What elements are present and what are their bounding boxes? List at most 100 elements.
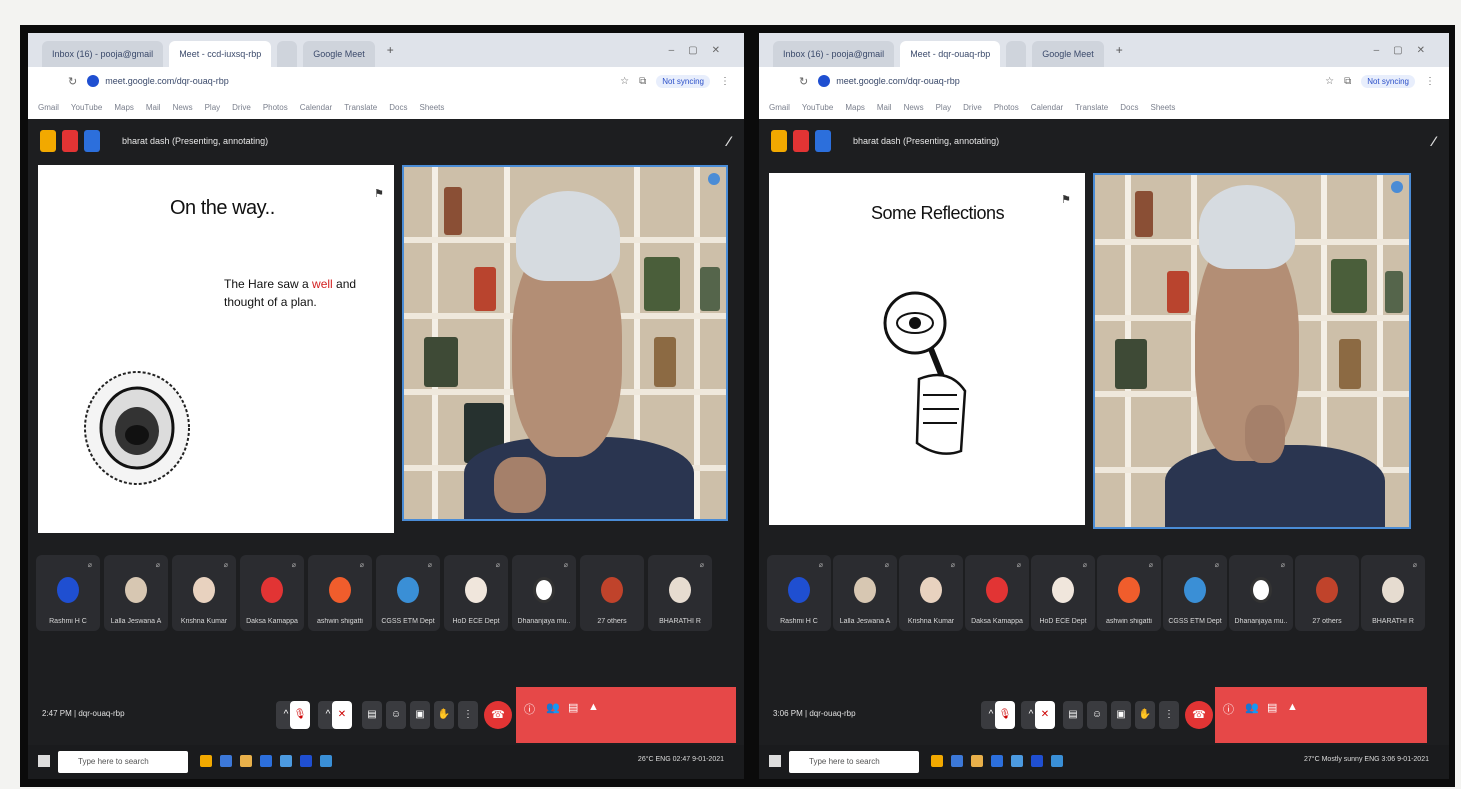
app-icon[interactable]: [815, 130, 831, 152]
pin-icon[interactable]: ⁄: [728, 133, 730, 149]
browser-tab[interactable]: [277, 41, 298, 67]
browser-tab[interactable]: Inbox (16) - pooja@gmail: [42, 41, 164, 67]
bookmark-item[interactable]: Mail: [146, 103, 161, 112]
window-controls[interactable]: –▢✕: [669, 45, 734, 56]
chat-icon[interactable]: ▤: [568, 701, 578, 714]
info-icon[interactable]: ⓘ: [524, 701, 535, 717]
new-tab-icon[interactable]: +: [1116, 43, 1123, 57]
windows-start-icon[interactable]: [769, 755, 781, 767]
window-controls[interactable]: –▢✕: [1374, 45, 1439, 56]
reload-icon[interactable]: ↻: [799, 75, 808, 88]
taskbar-app-icon[interactable]: [951, 755, 963, 767]
participant-tile[interactable]: ⌀ Dhananjaya mu..: [1229, 555, 1293, 631]
camera-button[interactable]: ✕: [332, 701, 352, 729]
bookmark-item[interactable]: YouTube: [71, 103, 102, 112]
captions-button[interactable]: ▤: [362, 701, 382, 729]
browser-tab[interactable]: [1006, 41, 1027, 67]
url-field[interactable]: meet.google.com/dqr-ouaq-rbp: [105, 76, 229, 86]
participant-tile[interactable]: ⌀ CGSS ETM Dept: [376, 555, 440, 631]
bookmark-item[interactable]: Sheets: [1150, 103, 1175, 112]
others-tile[interactable]: 27 others: [1295, 555, 1359, 631]
participant-tile[interactable]: ⌀ Lalla Jeswana A: [833, 555, 897, 631]
participant-tile[interactable]: ⌀ ashwin shigatti: [308, 555, 372, 631]
bookmark-item[interactable]: Docs: [1120, 103, 1138, 112]
profile-button[interactable]: Not syncing: [656, 74, 710, 88]
present-button[interactable]: ▣: [1111, 701, 1131, 729]
people-icon[interactable]: 👥: [546, 701, 560, 714]
taskbar-app-icon[interactable]: [320, 755, 332, 767]
activities-icon[interactable]: ▲: [1287, 701, 1298, 713]
taskbar-app-icon[interactable]: [931, 755, 943, 767]
people-icon[interactable]: 👥: [1245, 701, 1259, 714]
participant-tile[interactable]: ⌀ Daksa Kamappa: [965, 555, 1029, 631]
participant-tile[interactable]: ⌀ ashwin shigatti: [1097, 555, 1161, 631]
participant-tile[interactable]: ⌀ Krishna Kumar: [899, 555, 963, 631]
chat-icon[interactable]: ▤: [1267, 701, 1277, 714]
taskbar-app-icon[interactable]: [260, 755, 272, 767]
bookmark-item[interactable]: Play: [936, 103, 952, 112]
annotate-icon[interactable]: ⚑: [1061, 193, 1071, 206]
menu-icon[interactable]: ⋮: [1425, 76, 1435, 87]
taskbar-app-icon[interactable]: [1011, 755, 1023, 767]
bookmark-item[interactable]: Maps: [845, 103, 865, 112]
more-options-button[interactable]: ⋮: [1159, 701, 1179, 729]
participant-tile[interactable]: ⌀ Dhananjaya mu..: [512, 555, 576, 631]
pin-icon[interactable]: ⁄: [1433, 133, 1435, 149]
raise-hand-button[interactable]: ✋: [434, 701, 454, 729]
participant-tile[interactable]: ⌀ HoD ECE Dept: [1031, 555, 1095, 631]
record-icon[interactable]: [62, 130, 78, 152]
app-icon[interactable]: [84, 130, 100, 152]
bookmark-item[interactable]: Photos: [994, 103, 1019, 112]
taskbar-app-icon[interactable]: [1031, 755, 1043, 767]
presenter-video[interactable]: [402, 165, 728, 521]
info-icon[interactable]: ⓘ: [1223, 701, 1234, 717]
app-icon[interactable]: [40, 130, 56, 152]
camera-button[interactable]: ✕: [1035, 701, 1055, 729]
extensions-icon[interactable]: ⧉: [1344, 76, 1351, 87]
end-call-button[interactable]: ☎: [484, 701, 512, 729]
windows-start-icon[interactable]: [38, 755, 50, 767]
participant-tile[interactable]: ⌀ Krishna Kumar: [172, 555, 236, 631]
reload-icon[interactable]: ↻: [68, 75, 77, 88]
browser-tab[interactable]: Google Meet: [1032, 41, 1104, 67]
bookmark-item[interactable]: Gmail: [769, 103, 790, 112]
app-icon[interactable]: [771, 130, 787, 152]
bookmark-item[interactable]: News: [173, 103, 193, 112]
bookmark-item[interactable]: Gmail: [38, 103, 59, 112]
bookmark-item[interactable]: Docs: [389, 103, 407, 112]
participant-tile[interactable]: ⌀ HoD ECE Dept: [444, 555, 508, 631]
more-options-button[interactable]: ⋮: [458, 701, 478, 729]
taskbar-app-icon[interactable]: [300, 755, 312, 767]
bookmark-item[interactable]: Maps: [114, 103, 134, 112]
raise-hand-button[interactable]: ✋: [1135, 701, 1155, 729]
bookmark-item[interactable]: Mail: [877, 103, 892, 112]
taskbar-app-icon[interactable]: [991, 755, 1003, 767]
emoji-button[interactable]: ☺: [386, 701, 406, 729]
participant-tile[interactable]: ⌀ CGSS ETM Dept: [1163, 555, 1227, 631]
participant-tile[interactable]: ⌀ Daksa Kamappa: [240, 555, 304, 631]
taskbar-app-icon[interactable]: [971, 755, 983, 767]
bookmark-item[interactable]: YouTube: [802, 103, 833, 112]
bookmark-item[interactable]: Calendar: [1031, 103, 1063, 112]
present-button[interactable]: ▣: [410, 701, 430, 729]
mic-button[interactable]: 🎙: [995, 701, 1015, 729]
profile-button[interactable]: Not syncing: [1361, 74, 1415, 88]
participant-tile[interactable]: ⌀ Rashmi H C: [36, 555, 100, 631]
record-icon[interactable]: [793, 130, 809, 152]
browser-tab-active[interactable]: Meet - dqr-ouaq-rbp: [900, 41, 1001, 67]
participant-tile[interactable]: ⌀ BHARATHI R: [1361, 555, 1425, 631]
taskbar-app-icon[interactable]: [280, 755, 292, 767]
taskbar-app-icon[interactable]: [240, 755, 252, 767]
taskbar-search[interactable]: Type here to search: [58, 751, 188, 773]
bookmark-item[interactable]: Drive: [232, 103, 251, 112]
browser-tab-active[interactable]: Meet - ccd-iuxsq-rbp: [169, 41, 272, 67]
bookmark-star-icon[interactable]: ☆: [620, 76, 629, 87]
bookmark-item[interactable]: Calendar: [300, 103, 332, 112]
bookmark-item[interactable]: Translate: [344, 103, 377, 112]
mic-button[interactable]: 🎙: [290, 701, 310, 729]
activities-icon[interactable]: ▲: [588, 701, 599, 713]
bookmark-item[interactable]: Translate: [1075, 103, 1108, 112]
bookmark-star-icon[interactable]: ☆: [1325, 76, 1334, 87]
taskbar-app-icon[interactable]: [1051, 755, 1063, 767]
annotate-icon[interactable]: ⚑: [374, 187, 384, 200]
